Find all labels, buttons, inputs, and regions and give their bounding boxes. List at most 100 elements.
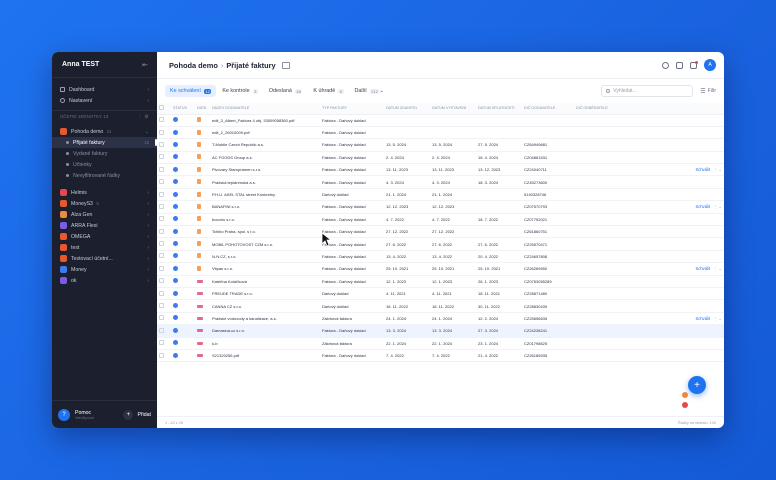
row-checkbox-cell[interactable] [157,262,171,276]
table-row[interactable]: edit_2_26010009.pdf Faktura - Daňový dokl… [157,126,724,140]
sidebar-subitem[interactable]: Přijaté faktury 23 [52,137,157,148]
row-checkbox-cell[interactable] [157,237,171,251]
help-icon[interactable]: ? [58,408,70,421]
row-checkbox-cell[interactable] [157,349,171,363]
sidebar-org-item[interactable]: Money › [52,264,157,275]
chevron-right-icon[interactable]: › [147,223,149,229]
row-checkbox-cell[interactable] [157,250,171,264]
more-icon[interactable]: ⋮ ⌄ [713,266,722,271]
row-checkbox-cell[interactable] [157,151,171,165]
row-checkbox-cell[interactable] [157,324,171,338]
row-checkbox-cell[interactable] [157,213,171,227]
more-icon[interactable]: ⋮ ⌄ [713,316,722,321]
table-row[interactable]: Tchibo Praha, spol. s r.o. Faktura - Daňo… [157,225,724,239]
chevron-right-icon[interactable]: › [147,245,149,251]
table-row[interactable]: bocorio s.r.o. Faktura - Daňový doklad 4. … [157,213,724,227]
sidebar-org-item[interactable]: OMEGA › [52,231,157,242]
breadcrumb-parent[interactable]: Pohoda demo [169,61,218,70]
tab-status[interactable]: Ke schválení 12 [165,85,217,97]
sidebar-org-item[interactable]: ok › [52,275,157,286]
table-row[interactable]: AC FOODS Group a.s. Faktura - Daňový dokl… [157,151,724,165]
tab-status[interactable]: K úhradě 6 [308,85,348,97]
sidebar-item-dashboard[interactable]: Dashboard › [52,84,157,95]
chevron-right-icon[interactable]: › [147,234,149,240]
chat-icon[interactable] [676,61,683,69]
table-row[interactable]: Pražské vodovody a kanalizace, a.s. Záloh… [157,312,724,326]
chevron-right-icon[interactable]: › [147,201,149,207]
search-input[interactable]: Vyhledat... [601,85,694,97]
chevron-down-icon[interactable]: ⌄ [145,129,149,135]
row-checkbox-cell[interactable] [157,126,171,140]
add-org-button[interactable]: + Přidat [123,409,151,420]
select-all-checkbox[interactable] [157,103,171,115]
row-checkbox-cell[interactable] [157,299,171,313]
sidebar-subitem[interactable]: Vydané faktury [52,148,157,159]
column-header[interactable]: DATUM ZDANITEL [384,103,430,115]
help-link[interactable]: Pomoc Vendly.com [75,410,123,420]
row-checkbox-cell[interactable] [157,175,171,189]
chevron-right-icon[interactable]: › [147,256,149,262]
section-actions-icon[interactable]: ⋮ ⚙ [138,114,149,120]
rows-per-page[interactable]: Řádky na stránku: 100 [678,421,716,425]
avatar[interactable]: A [704,59,716,71]
sidebar-org-item[interactable]: ARRA Flexi › [52,220,157,231]
table-row[interactable]: S21320256.pdf Faktura - Daňový doklad 7. 4… [157,349,724,363]
column-header[interactable]: NÁZEV DODAVATELE [210,103,320,115]
column-header[interactable]: TYP FAKTURY [320,103,384,115]
collapse-icon[interactable]: ⇤ [142,61,148,69]
table-row[interactable]: MOBIL POHOTOVOST CZM s.r.o. Faktura - Daň… [157,237,724,251]
add-invoice-button[interactable]: + [688,376,706,394]
tab-status[interactable]: Odeslaná 48 [264,85,308,97]
sidebar-item-settings[interactable]: Nastavení › [52,95,157,106]
more-icon[interactable]: ⋮ ⌄ [713,167,722,172]
sidebar-subitem[interactable]: Nevyfiltrované řádky [52,170,157,181]
filter-button[interactable]: ☰ Filtr [700,88,716,95]
tab-status[interactable]: Další 212 ⌄ [350,85,389,97]
table-row[interactable]: Damasina.cz s.r.o. Faktura - Daňový dokla… [157,324,724,338]
bell-icon[interactable] [690,60,698,69]
row-checkbox-cell[interactable] [157,114,171,127]
chevron-right-icon[interactable]: › [147,278,149,284]
table-row[interactable]: k-b Zálohová faktura 22. 1. 2024 22. 1. 202… [157,337,724,350]
table-row[interactable]: FREUDE TRADE s.r.o. Daňový doklad 4. 11. 2… [157,287,724,301]
column-header[interactable]: DATUM SPLATNOSTI [476,103,522,115]
table-row[interactable]: Pivovary Staropramen s.r.o. Faktura - Daň… [157,163,724,177]
approve-button[interactable]: Schválit [695,204,710,209]
sidebar-org-item[interactable]: Helmis › [52,187,157,198]
row-checkbox-cell[interactable] [157,188,171,202]
table-row[interactable]: Kateřina Kolaříková Faktura - Daňový dokl… [157,275,724,288]
sidebar-org-item[interactable]: Testovací účetní... › [52,253,157,264]
chevron-right-icon[interactable]: › [147,190,149,196]
chevron-right-icon[interactable]: › [147,212,149,218]
sidebar-org-item[interactable]: Alza Gen › [52,209,157,220]
table-row[interactable]: P.H.U. AKEL STAL street Konkretny Daňový … [157,188,724,202]
row-checkbox-cell[interactable] [157,163,171,177]
user-icon[interactable] [662,61,669,69]
account-name[interactable]: Anna TEST [62,61,99,68]
sidebar-org-item[interactable]: MoneyS3 5 › [52,198,157,209]
column-header[interactable]: STATUS [171,103,195,115]
approve-button[interactable]: Schválit [695,316,710,321]
inbox-icon[interactable] [281,61,290,69]
row-checkbox-cell[interactable] [157,200,171,214]
approve-button[interactable]: Schválit [695,266,710,271]
table-row[interactable]: CANNA CZ s.r.o. Daňový doklad 16. 11. 2022… [157,299,724,313]
row-checkbox-cell[interactable] [157,312,171,326]
column-header[interactable]: DIČ ODBĚRATELE [574,103,626,115]
row-checkbox-cell[interactable] [157,287,171,301]
chevron-right-icon[interactable]: › [147,267,149,273]
table-row[interactable]: T-Mobile Czech Republic a.s. Faktura - Da… [157,138,724,152]
sidebar-org-item[interactable]: Pohoda demo 21 ⌄ [52,126,157,137]
approve-button[interactable]: Schválit [695,167,710,172]
table-row[interactable]: Vitpan s.r.o. Faktura - Daňový doklad 25. … [157,262,724,276]
more-icon[interactable]: ⋮ ⌄ [713,204,722,209]
table-row[interactable]: BANAFINI s.r.o. Faktura - Daňový doklad 12… [157,200,724,214]
sidebar-subitem[interactable]: Účtenky [52,159,157,170]
column-header[interactable]: DIČ DODAVATELE [522,103,574,115]
row-checkbox-cell[interactable] [157,275,171,288]
row-checkbox-cell[interactable] [157,225,171,239]
table-row[interactable]: Pražská teplárenská a.s. Faktura - Daňový… [157,175,724,189]
row-checkbox-cell[interactable] [157,138,171,152]
table-row[interactable]: N-N.CZ, s.r.o. Faktura - Daňový doklad 13.… [157,250,724,264]
tab-status[interactable]: Ke kontrole 3 [217,85,263,97]
